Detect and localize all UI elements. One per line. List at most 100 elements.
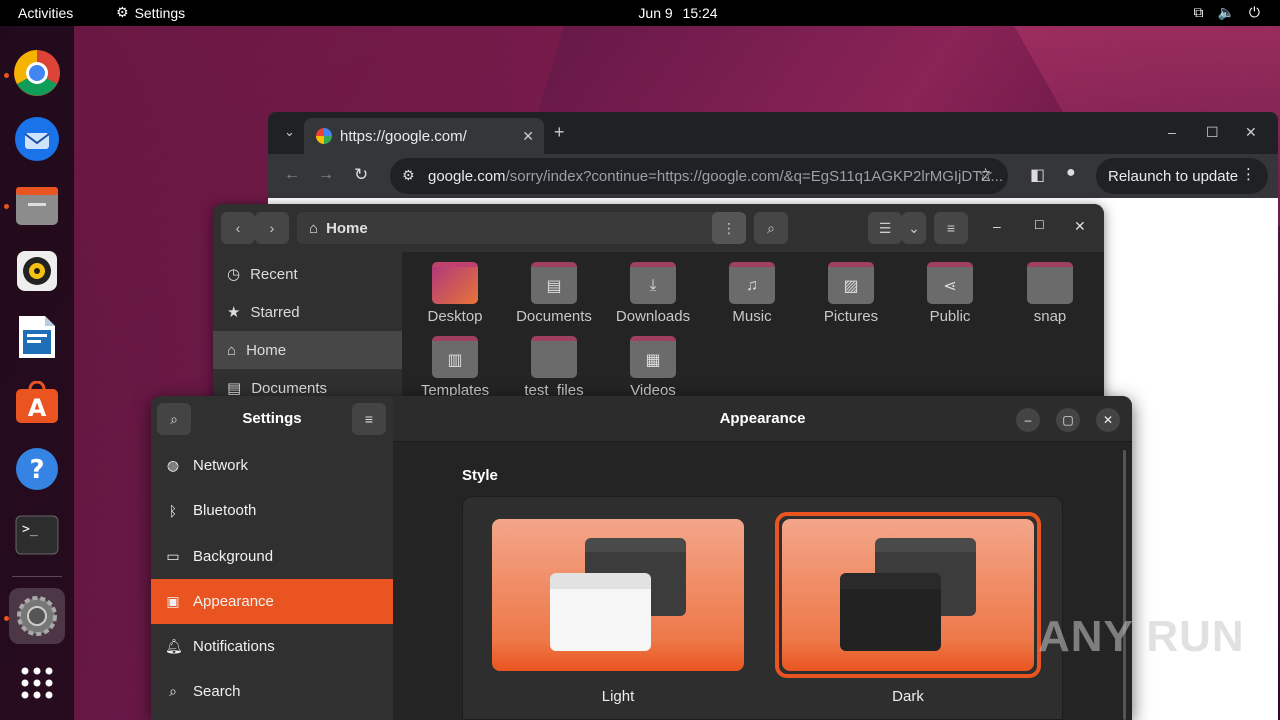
theme-dark-preview[interactable]: [782, 519, 1034, 671]
new-tab-button[interactable]: +: [554, 122, 565, 143]
snap-folder-icon: [1027, 262, 1073, 304]
folder-public[interactable]: ⋖ Public: [905, 262, 995, 325]
appearance-icon: ▣: [166, 593, 180, 609]
sidebar-item-label: Starred: [250, 303, 300, 321]
clock[interactable]: Jun 9 15:24: [0, 5, 1280, 21]
sidebar-item-label: Recent: [250, 265, 298, 283]
folder-pictures[interactable]: ▨ Pictures: [806, 262, 896, 325]
reload-icon[interactable]: ↻: [354, 165, 368, 185]
templates-folder-icon: ▥: [432, 336, 478, 378]
folder-videos[interactable]: ▦ Videos: [608, 336, 698, 399]
folder-label: Documents: [516, 308, 592, 325]
style-chooser: Light Dark: [462, 496, 1063, 720]
search-button[interactable]: ⌕: [754, 212, 788, 244]
rhythmbox-icon[interactable]: [13, 247, 61, 295]
folder-label: Pictures: [823, 308, 879, 325]
folder-desktop[interactable]: Desktop: [410, 262, 500, 325]
files-header: ‹ › ⌂ Home ⋮ ⌕ ☰ ⌄ ≡ – ☐ ✕: [213, 204, 1104, 252]
preview-front-window: [840, 573, 941, 651]
folder-label: Music: [732, 308, 772, 325]
clock-icon: ◷: [227, 266, 241, 283]
folder-label: Downloads: [615, 308, 691, 325]
app-center-icon[interactable]: A: [13, 379, 61, 427]
nav-item-label: Search: [193, 683, 241, 700]
chrome-icon[interactable]: [13, 49, 61, 97]
folder-snap[interactable]: snap: [1005, 262, 1095, 325]
maximize-button[interactable]: ▢: [1056, 408, 1080, 432]
svg-text:>_: >_: [22, 522, 38, 537]
settings-icon[interactable]: [9, 588, 65, 644]
back-icon[interactable]: ←: [284, 166, 300, 184]
help-icon[interactable]: ?: [13, 445, 61, 493]
panel-header: Appearance – ▢ ✕: [393, 396, 1132, 442]
monitor-icon: ▭: [166, 548, 180, 564]
nav-item-label: Background: [193, 548, 274, 565]
nav-item-bluetooth[interactable]: ᛒ Bluetooth: [151, 488, 393, 533]
files-grid: Desktop ▤ Documents ⤓ Downloads ♫ Music …: [402, 252, 1104, 404]
chevron-left-icon: ‹: [235, 220, 241, 236]
folder-music[interactable]: ♫ Music: [707, 262, 797, 325]
forward-icon[interactable]: →: [318, 166, 334, 184]
bookmark-star-icon[interactable]: ☆: [978, 165, 993, 185]
scrollbar[interactable]: [1123, 450, 1126, 720]
profile-icon[interactable]: ●: [1066, 164, 1076, 182]
clock-date: Jun 9: [638, 5, 673, 21]
minimize-button[interactable]: –: [1016, 408, 1040, 432]
documents-folder-icon: ▤: [531, 262, 577, 304]
path-menu-button[interactable]: ⋮: [712, 212, 746, 244]
folder-documents[interactable]: ▤ Documents: [509, 262, 599, 325]
public-folder-icon: ⋖: [927, 262, 973, 304]
theme-light-preview[interactable]: [492, 519, 744, 671]
nav-item-appearance[interactable]: ▣ Appearance: [151, 579, 393, 624]
side-panel-icon[interactable]: ◧: [1030, 165, 1045, 185]
folder-label: Public: [929, 308, 971, 325]
nav-item-search[interactable]: ⌕ Search: [151, 669, 393, 714]
main-menu-button[interactable]: ≡: [934, 212, 968, 244]
close-button[interactable]: ✕: [1245, 124, 1257, 141]
nav-item-notifications[interactable]: 🔔︎ Notifications: [151, 624, 393, 669]
sidebar-item-starred[interactable]: ★ Starred: [213, 293, 402, 331]
nav-item-background[interactable]: ▭ Background: [151, 534, 393, 579]
nav-item-network[interactable]: ◍ Network: [151, 443, 393, 488]
maximize-button[interactable]: ☐: [1034, 218, 1045, 232]
maximize-button[interactable]: ☐: [1206, 124, 1219, 141]
theme-light-label: Light: [601, 688, 635, 705]
close-tab-icon[interactable]: ✕: [522, 128, 534, 145]
minimize-button[interactable]: –: [1168, 124, 1176, 140]
folder-test-files[interactable]: test_files: [509, 336, 599, 399]
view-options-button[interactable]: ⌄: [902, 212, 926, 244]
close-button[interactable]: ✕: [1096, 408, 1120, 432]
writer-icon[interactable]: [13, 313, 61, 361]
files-icon[interactable]: [13, 181, 61, 229]
path-bar[interactable]: ⌂ Home: [297, 212, 744, 244]
address-bar[interactable]: ⚙ google.com/sorry/index?continue=https:…: [390, 158, 1008, 194]
folder-label: Desktop: [427, 308, 483, 325]
clock-time: 15:24: [682, 5, 718, 21]
relaunch-button[interactable]: Relaunch to update ⋮: [1096, 158, 1268, 194]
kebab-menu-icon[interactable]: ⋮: [1241, 165, 1256, 183]
url-host: google.com: [428, 167, 506, 185]
browser-tab[interactable]: https://google.com/ ✕: [304, 118, 544, 154]
globe-icon: ◍: [166, 457, 180, 473]
folder-downloads[interactable]: ⤓ Downloads: [608, 262, 698, 325]
settings-window: ⌕ Settings ≡ ◍ Network ᛒ Bluetooth ▭ Bac…: [151, 396, 1132, 720]
terminal-icon[interactable]: >_: [13, 511, 61, 559]
apps-grid-icon[interactable]: [13, 659, 61, 707]
back-button[interactable]: ‹: [221, 212, 255, 244]
minimize-button[interactable]: –: [993, 218, 1001, 234]
status-menu[interactable]: ⧉ 🔈 ⏻: [1193, 4, 1260, 21]
thunderbird-icon[interactable]: [13, 115, 61, 163]
site-info-icon[interactable]: ⚙: [402, 167, 415, 184]
tab-search-icon[interactable]: ⌄: [284, 124, 295, 140]
view-list-button[interactable]: ☰: [868, 212, 902, 244]
music-folder-icon: ♫: [729, 262, 775, 304]
folder-templates[interactable]: ▥ Templates: [410, 336, 500, 399]
network-icon: ⧉: [1193, 4, 1204, 20]
hamburger-icon: ≡: [364, 411, 374, 427]
main-menu-button[interactable]: ≡: [352, 403, 386, 435]
hamburger-icon: ≡: [946, 220, 956, 236]
forward-button[interactable]: ›: [255, 212, 289, 244]
sidebar-item-home[interactable]: ⌂ Home: [213, 331, 402, 369]
sidebar-item-recent[interactable]: ◷ Recent: [213, 255, 402, 293]
close-button[interactable]: ✕: [1074, 218, 1086, 235]
